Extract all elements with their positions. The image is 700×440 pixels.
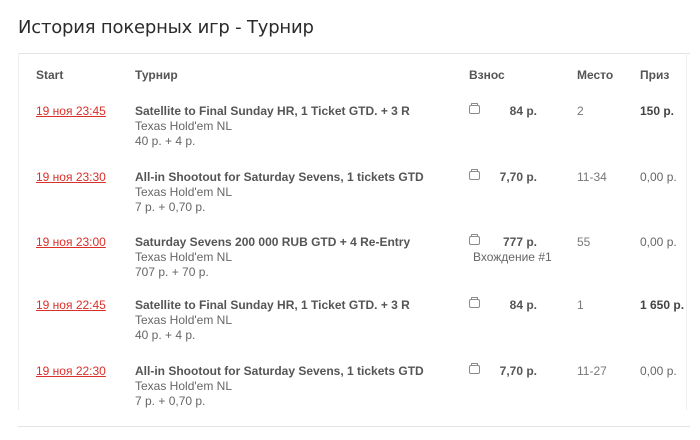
table-row: 19 ноя 22:30 All-in Shootout for Saturda… [0,363,700,424]
start-date-link[interactable]: 19 ноя 22:45 [36,298,106,312]
place-value: 11-34 [577,170,607,184]
entry-number: Вхождение #1 [473,250,552,264]
prize-amount: 1 650 р. [640,298,685,312]
table-row: 19 ноя 23:30 All-in Shootout for Saturda… [0,169,700,230]
prize-amount: 0,00 р. [640,170,677,184]
wallet-icon [469,169,480,180]
footer-divider [18,426,690,427]
prize-amount: 0,00 р. [640,364,677,378]
wallet-icon [469,103,480,114]
fee-amount: 777 р. [502,235,537,249]
place-value: 11-27 [577,364,607,378]
game-type: Texas Hold'em NL [135,313,232,327]
tournament-name-link[interactable]: All-in Shootout for Saturday Sevens, 1 t… [135,364,424,378]
tournament-name-link[interactable]: Satellite to Final Sunday HR, 1 Ticket G… [135,298,410,312]
game-type: Texas Hold'em NL [135,119,232,133]
prize-amount: 150 р. [640,104,675,118]
place-value: 1 [577,298,584,312]
wallet-icon [469,297,480,308]
column-header-prize: Приз [640,68,670,82]
page-title: История покерных игр - Турнир [18,17,314,38]
table-row: 19 ноя 23:45 Satellite to Final Sunday H… [0,103,700,164]
prize-amount: 0,00 р. [640,235,677,249]
game-type: Texas Hold'em NL [135,250,232,264]
place-value: 55 [577,235,591,249]
fee-amount: 7,70 р. [499,170,537,184]
tournament-name-link[interactable]: Saturday Sevens 200 000 RUB GTD + 4 Re-E… [135,235,410,249]
table-row: 19 ноя 23:00 Saturday Sevens 200 000 RUB… [0,234,700,295]
column-header-start: Start [36,68,64,82]
buyin-breakdown: 40 р. + 4 р. [135,134,196,148]
game-type: Texas Hold'em NL [135,379,232,393]
buyin-breakdown: 7 р. + 0,70 р. [135,394,206,408]
start-date-link[interactable]: 19 ноя 23:45 [36,104,106,118]
fee-amount: 7,70 р. [499,364,537,378]
column-header-place: Место [577,68,614,82]
table-row: 19 ноя 22:45 Satellite to Final Sunday H… [0,297,700,358]
start-date-link[interactable]: 19 ноя 23:30 [36,170,106,184]
column-header-fee: Взнос [469,68,505,82]
buyin-breakdown: 707 р. + 70 р. [135,265,209,279]
start-date-link[interactable]: 19 ноя 22:30 [36,364,106,378]
column-header-tournament: Турнир [135,68,178,82]
wallet-icon [469,363,480,374]
buyin-breakdown: 40 р. + 4 р. [135,328,196,342]
wallet-icon [469,234,480,245]
tournament-name-link[interactable]: All-in Shootout for Saturday Sevens, 1 t… [135,170,424,184]
game-type: Texas Hold'em NL [135,185,232,199]
start-date-link[interactable]: 19 ноя 23:00 [36,235,106,249]
tournament-name-link[interactable]: Satellite to Final Sunday HR, 1 Ticket G… [135,104,410,118]
fee-amount: 84 р. [509,298,537,312]
buyin-breakdown: 7 р. + 0,70 р. [135,200,206,214]
place-value: 2 [577,104,584,118]
fee-amount: 84 р. [509,104,537,118]
header-divider [18,53,690,54]
